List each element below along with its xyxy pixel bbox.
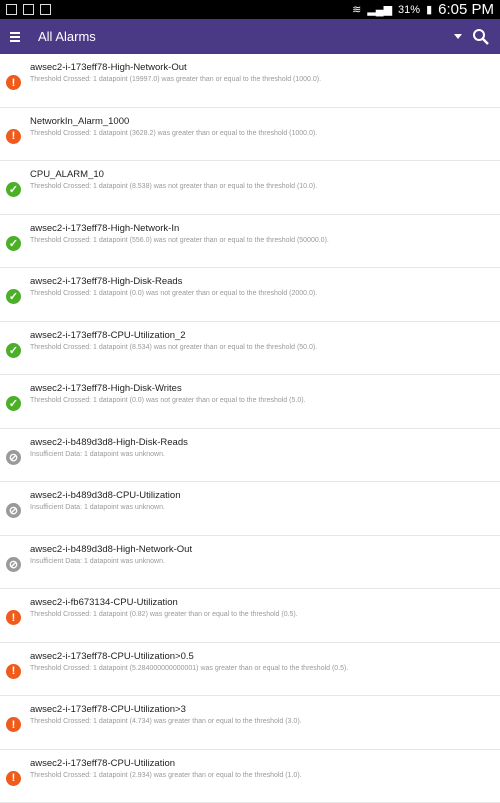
alarm-name: awsec2-i-b489d3d8-High-Network-Out: [30, 544, 192, 555]
list-item[interactable]: ⊘ awsec2-i-b489d3d8-High-Disk-Reads Insuff…: [0, 429, 500, 483]
download-icon: [40, 4, 51, 15]
list-item[interactable]: ✓ awsec2-i-173eff78-High-Network-In Thresh…: [0, 215, 500, 269]
check-icon: ✓: [6, 396, 21, 411]
list-item[interactable]: ! NetworkIn_Alarm_1000 Threshold Crossed: …: [0, 108, 500, 162]
notification-icon: [6, 4, 17, 15]
alarm-description: Threshold Crossed: 1 datapoint (0.0) was…: [30, 290, 317, 297]
alarm-description: Threshold Crossed: 1 datapoint (5.284000…: [30, 665, 348, 672]
insufficient-icon: ⊘: [6, 450, 21, 465]
alarm-description: Threshold Crossed: 1 datapoint (3628.2) …: [30, 130, 317, 137]
alarm-icon: !: [6, 664, 21, 679]
check-icon: ✓: [6, 343, 21, 358]
dropdown-icon[interactable]: [454, 34, 462, 39]
page-title: All Alarms: [38, 29, 96, 44]
status-bar: ≋ ▂▄▆ 31% ▮ 6:05 PM: [0, 0, 500, 19]
alarm-description: Insufficient Data: 1 datapoint was unkno…: [30, 504, 165, 511]
alarm-name: awsec2-i-b489d3d8-CPU-Utilization: [30, 490, 180, 501]
check-icon: ✓: [6, 289, 21, 304]
alarm-description: Insufficient Data: 1 datapoint was unkno…: [30, 451, 165, 458]
alarm-name: NetworkIn_Alarm_1000: [30, 116, 129, 127]
image-icon: [23, 4, 34, 15]
list-item[interactable]: ⊘ awsec2-i-b489d3d8-CPU-Utilization Insuff…: [0, 482, 500, 536]
search-icon[interactable]: [472, 28, 490, 46]
insufficient-icon: ⊘: [6, 503, 21, 518]
alarm-name: awsec2-i-173eff78-CPU-Utilization>3: [30, 704, 186, 715]
list-item[interactable]: ! awsec2-i-173eff78-CPU-Utilization>0.5 Th…: [0, 643, 500, 697]
alarm-name: awsec2-i-173eff78-CPU-Utilization: [30, 758, 175, 769]
list-item[interactable]: ! awsec2-i-173eff78-CPU-Utilization Thresh…: [0, 750, 500, 803]
signal-icon: ▂▄▆: [367, 3, 392, 16]
list-item[interactable]: ! awsec2-i-173eff78-CPU-Utilization>3 Thre…: [0, 696, 500, 750]
alarm-icon: !: [6, 771, 21, 786]
alarm-name: CPU_ALARM_10: [30, 169, 104, 180]
alarm-description: Threshold Crossed: 1 datapoint (19997.0)…: [30, 76, 321, 83]
alarm-name: awsec2-i-173eff78-CPU-Utilization_2: [30, 330, 186, 341]
alarm-name: awsec2-i-173eff78-CPU-Utilization>0.5: [30, 651, 194, 662]
alarm-description: Threshold Crossed: 1 datapoint (8.534) w…: [30, 344, 317, 351]
alarm-icon: !: [6, 129, 21, 144]
alarm-icon: !: [6, 717, 21, 732]
alarm-description: Threshold Crossed: 1 datapoint (556.0) w…: [30, 237, 329, 244]
alarm-description: Threshold Crossed: 1 datapoint (0.0) was…: [30, 397, 306, 404]
alarm-description: Threshold Crossed: 1 datapoint (2.934) w…: [30, 772, 302, 779]
wifi-icon: ≋: [352, 3, 361, 16]
alarm-list: ! awsec2-i-173eff78-High-Network-Out Thres…: [0, 54, 500, 803]
alarm-icon: !: [6, 610, 21, 625]
list-item[interactable]: ⊘ awsec2-i-b489d3d8-High-Network-Out Insuf…: [0, 536, 500, 590]
alarm-name: awsec2-i-173eff78-High-Disk-Writes: [30, 383, 182, 394]
list-item[interactable]: ✓ awsec2-i-173eff78-High-Disk-Reads Thresh…: [0, 268, 500, 322]
alarm-description: Threshold Crossed: 1 datapoint (8.538) w…: [30, 183, 317, 190]
list-item[interactable]: ! awsec2-i-fb673134-CPU-Utilization Thresh…: [0, 589, 500, 643]
check-icon: ✓: [6, 182, 21, 197]
list-item[interactable]: ! awsec2-i-173eff78-High-Network-Out Thres…: [0, 54, 500, 108]
alarm-name: awsec2-i-173eff78-High-Disk-Reads: [30, 276, 182, 287]
alarm-name: awsec2-i-fb673134-CPU-Utilization: [30, 597, 178, 608]
app-bar: All Alarms: [0, 19, 500, 54]
alarm-description: Threshold Crossed: 1 datapoint (0.82) wa…: [30, 611, 298, 618]
clock: 6:05 PM: [438, 1, 494, 18]
alarm-icon: !: [6, 75, 21, 90]
list-item[interactable]: ✓ awsec2-i-173eff78-CPU-Utilization_2 Thre…: [0, 322, 500, 376]
check-icon: ✓: [6, 236, 21, 251]
list-item[interactable]: ✓ awsec2-i-173eff78-High-Disk-Writes Thres…: [0, 375, 500, 429]
alarm-description: Insufficient Data: 1 datapoint was unkno…: [30, 558, 165, 565]
menu-icon[interactable]: [10, 32, 20, 42]
alarm-description: Threshold Crossed: 1 datapoint (4.734) w…: [30, 718, 302, 725]
alarm-name: awsec2-i-173eff78-High-Network-In: [30, 223, 179, 234]
battery-icon: ▮: [426, 3, 432, 16]
alarm-name: awsec2-i-173eff78-High-Network-Out: [30, 62, 187, 73]
alarm-name: awsec2-i-b489d3d8-High-Disk-Reads: [30, 437, 188, 448]
battery-percentage: 31%: [398, 4, 420, 16]
insufficient-icon: ⊘: [6, 557, 21, 572]
list-item[interactable]: ✓ CPU_ALARM_10 Threshold Crossed: 1 datapo…: [0, 161, 500, 215]
